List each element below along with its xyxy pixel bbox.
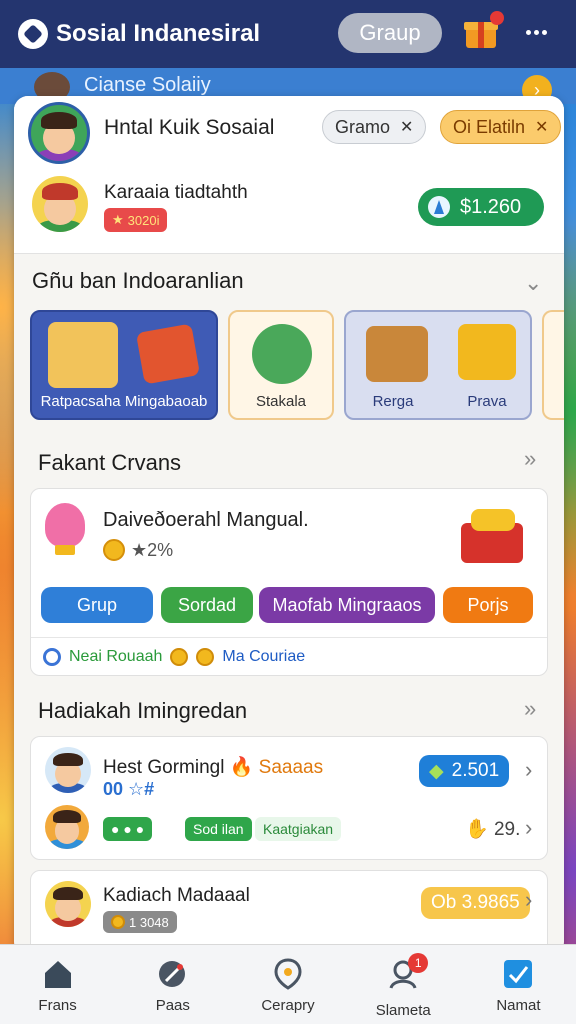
close-icon[interactable]: ✕ [400, 117, 413, 137]
filter-chip-orange[interactable]: Oi Elatiln ✕ [440, 110, 562, 144]
coin-icon [103, 539, 125, 561]
diamond-icon: ◆ [429, 760, 444, 782]
reward-value[interactable]: Ob 3.9865 [421, 887, 530, 919]
character-illustration-icon [252, 324, 312, 384]
chip-label: Gramo [335, 116, 391, 137]
lightbulb-icon [45, 503, 85, 547]
category-card[interactable]: Stakala [228, 310, 334, 420]
gold-coins-icon [458, 324, 516, 380]
category-label: Rerga Prava [372, 393, 507, 410]
chevron-right-icon[interactable]: » [524, 696, 536, 722]
reward-points: ✋ 29. [465, 819, 521, 840]
avatar[interactable] [28, 102, 90, 164]
app-title: Sosial Indanesiral [56, 20, 261, 47]
section-title-categories: Gñu ban Indoaranlian [32, 268, 244, 293]
footer-link-left[interactable]: Neai Rouaah [69, 648, 162, 666]
avatar[interactable] [32, 176, 88, 232]
nav-item-home[interactable]: Frans [0, 945, 115, 1024]
filter-chip-grey[interactable]: Gramo ✕ [322, 110, 427, 144]
status-pill: Kaatgiakan [255, 817, 342, 841]
notification-badge: 1 [408, 953, 429, 973]
event-card[interactable]: Daiveðoerahl Mangual. ★2% Grup Sordad Ma… [30, 488, 548, 676]
chat-icon-wrap: 1 [386, 953, 429, 996]
nav-item-messages[interactable]: 1 Slameta [346, 945, 461, 1024]
nav-item-tools[interactable]: Paas [115, 945, 230, 1024]
category-label: Stakala [255, 393, 307, 410]
footer-link-right[interactable]: Ma Couriae [222, 648, 305, 666]
tools-icon [158, 961, 185, 987]
reward-name: Hest Gormingl 🔥 Saaaas [103, 757, 324, 778]
avatar [45, 747, 91, 793]
fire-icon: 🔥 [229, 757, 254, 778]
lightbulb-base [55, 545, 75, 555]
reward-value[interactable]: ◆ 2.501 [419, 755, 510, 787]
level-badge: 1 3048 [103, 911, 177, 933]
category-label: Ratpacsaha Mingabaoab [40, 393, 208, 410]
star-icon: ★ [112, 212, 124, 227]
status-pill: ● ● ● [103, 817, 153, 841]
chevron-down-icon[interactable]: ⌄ [524, 270, 542, 296]
coin-icon [170, 647, 189, 666]
top-bar: Sosial Indanesiral Graup [0, 0, 576, 68]
treasure-chest-icon [461, 503, 527, 563]
close-icon[interactable]: ✕ [535, 117, 548, 137]
section-title-rewards: Hadiakah Imingredan [38, 698, 248, 723]
nav-item-category[interactable]: Cerapry [230, 945, 345, 1024]
nav-item-active[interactable]: Namat [461, 945, 576, 1024]
profile-header: Hntal Kuik Sosaial Gramo ✕ Oi Elatiln ✕ … [14, 96, 564, 254]
user-name: Karaaia tiadtahth [104, 182, 248, 203]
chevron-right-icon[interactable]: › [525, 757, 532, 783]
group-filter-button[interactable]: Grup [41, 587, 153, 623]
chevron-right-icon[interactable]: » [524, 446, 536, 472]
background-panel-title: Cianse Solaiiy [84, 74, 211, 96]
event-footer: Neai Rouaah Ma Couriae [31, 637, 547, 675]
coin-icon [111, 915, 125, 929]
group-button[interactable]: Graup [338, 13, 442, 53]
app-logo-icon [18, 19, 48, 49]
points-button[interactable]: Porjs [443, 587, 533, 623]
profile-name: Hntal Kuik Sosaial [104, 116, 275, 139]
category-card[interactable]: Ratpacsaha Mingabaoab [30, 310, 218, 420]
avatar [45, 805, 89, 849]
chip-label: Oi Elatiln [453, 116, 526, 137]
reward-row[interactable]: Hest Gormingl 🔥 Saaaas 00 ☆# ◆ 2.501 › ●… [30, 736, 548, 860]
category-card-partial[interactable] [542, 310, 564, 420]
gift-card-icon [135, 323, 201, 385]
reward-sub: 00 ☆# [103, 779, 155, 799]
status-pill: Sod ilan [185, 817, 252, 841]
main-card: Hntal Kuik Sosaial Gramo ✕ Oi Elatiln ✕ … [14, 96, 564, 956]
chevron-right-icon[interactable]: › [525, 815, 532, 841]
level-badge: ★ 3020i [104, 208, 168, 232]
chevron-right-icon[interactable]: › [525, 887, 532, 913]
notification-badge [490, 11, 504, 25]
sort-button[interactable]: Sordad [161, 587, 253, 623]
check-icon [504, 960, 533, 988]
ring-icon [43, 647, 61, 666]
hand-icon: ✋ [465, 819, 489, 840]
reward-name: Kadiach Madaaal [103, 885, 250, 906]
character-illustration-icon [48, 322, 118, 388]
category-card[interactable]: Rerga Prava [344, 310, 532, 420]
event-title: Daiveðoerahl Mangual. [103, 509, 309, 531]
coin-balance[interactable]: $1.260 [418, 188, 544, 226]
coin-icon [196, 647, 215, 666]
more-options-icon[interactable] [526, 30, 547, 35]
home-icon [44, 961, 71, 988]
weekly-button[interactable]: Maofab Mingraaos [259, 587, 435, 623]
event-progress: ★2% [103, 539, 173, 561]
diamond-icon [428, 196, 450, 218]
gift-icon[interactable] [464, 11, 504, 48]
location-icon [274, 958, 302, 990]
treasure-chest-icon [366, 326, 428, 382]
bottom-nav: Frans Paas Cerapry 1 Slameta Namat [0, 944, 576, 1024]
section-title-event: Fakant Crvans [38, 450, 182, 475]
avatar [45, 881, 91, 927]
